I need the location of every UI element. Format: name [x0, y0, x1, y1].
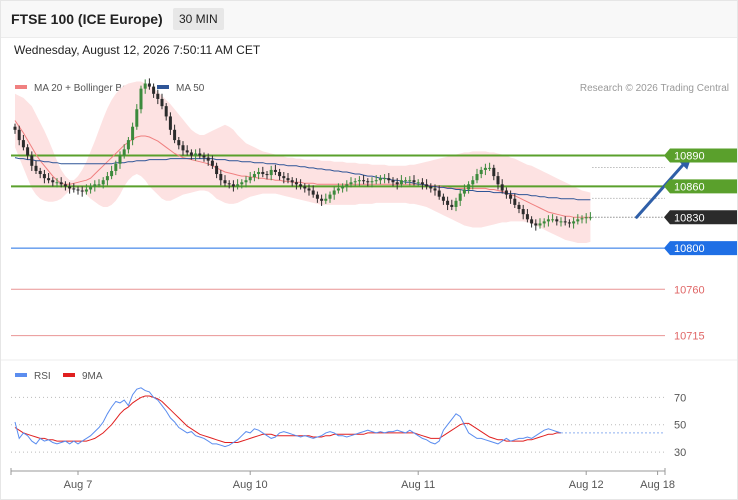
rsi-tick-label: 30: [674, 447, 686, 459]
rsi-line: [14, 387, 562, 448]
legend-label-rsi: RSI: [34, 371, 51, 382]
chart-canvas: MA 20 + Bollinger Bands MA 50 Research ©…: [1, 78, 737, 491]
x-tick-label: Aug 11: [401, 479, 435, 491]
rsi-tick-label: 50: [674, 420, 686, 432]
legend-swatch-ma50: [157, 85, 169, 89]
level-label: 10890: [674, 151, 705, 163]
legend-label-ma50: MA 50: [176, 83, 205, 94]
rsi-panel: 70 50 30: [11, 387, 686, 459]
level-label: 10760: [674, 284, 705, 296]
level-label: 10860: [674, 181, 705, 193]
x-tick-label: Aug 7: [64, 479, 93, 491]
bollinger-band: [15, 81, 591, 243]
level-label: 10830: [674, 212, 705, 224]
legend-swatch-rsi-ma: [63, 373, 75, 377]
rsi-tick-label: 70: [674, 392, 686, 404]
x-tick-label: Aug 12: [569, 479, 604, 491]
main-legend: MA 20 + Bollinger Bands MA 50: [15, 83, 205, 94]
x-tick-label: Aug 10: [233, 479, 268, 491]
chart-widget: FTSE 100 (ICE Europe) 30 MIN Wednesday, …: [0, 0, 738, 500]
level-label: 10800: [674, 243, 705, 255]
legend-swatch-ma20: [15, 85, 27, 89]
legend-swatch-rsi: [15, 373, 27, 377]
rsi-ma-line: [14, 395, 561, 443]
x-tick-label: Aug 18: [640, 479, 675, 491]
bollinger-band-fill: [15, 81, 591, 243]
level-label: 10715: [674, 331, 705, 343]
candle: [139, 85, 143, 114]
rsi-legend: RSI 9MA: [15, 371, 103, 382]
level-labels: 10890 10860 10830 10800 10760 10715: [664, 148, 737, 343]
watermark: Research © 2026 Trading Central: [580, 83, 729, 94]
legend-label-rsi-ma: 9MA: [82, 371, 103, 382]
